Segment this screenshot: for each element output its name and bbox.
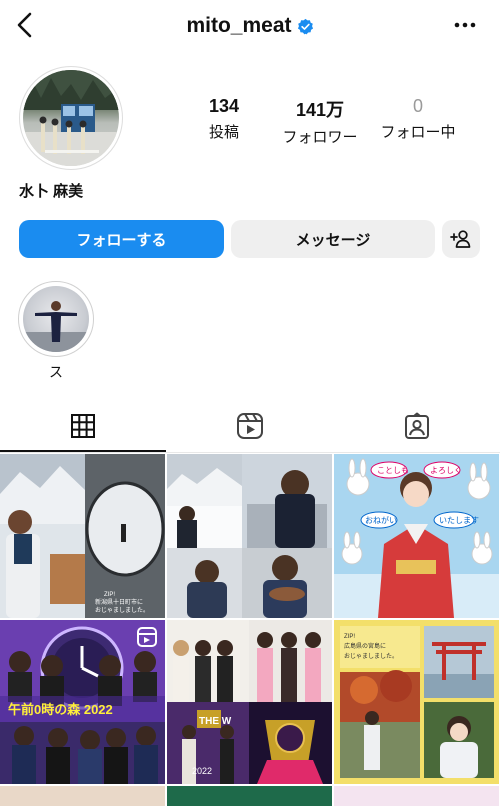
- follow-button-label: フォローする: [76, 231, 167, 249]
- post-caption: 午前0時の森 2022: [8, 702, 113, 717]
- stat-followers-label: フォロワー: [282, 129, 358, 146]
- grid-icon: [71, 414, 95, 438]
- post-caption: ZIP!: [104, 592, 115, 598]
- post-thumbnail[interactable]: THE W 2022: [167, 620, 332, 784]
- reels-icon: [237, 413, 263, 439]
- stat-posts-label: 投稿: [208, 124, 239, 141]
- stat-posts-number: 134: [208, 96, 240, 116]
- tab-reels[interactable]: [167, 400, 333, 452]
- stat-followers[interactable]: 141万 フォロワー: [270, 96, 370, 147]
- post-caption: ZIP!: [344, 634, 355, 640]
- display-name: 水卜 麻美: [19, 183, 84, 200]
- stat-following-number: 0: [412, 96, 423, 116]
- post-thumbnail[interactable]: 午前0時の森 2022: [0, 620, 165, 784]
- post-caption: 広島県の宮島に: [344, 642, 386, 650]
- post-caption: 新潟県十日町市に: [95, 598, 143, 606]
- post-caption: ことしも: [377, 466, 409, 475]
- post-thumbnail[interactable]: [0, 786, 165, 806]
- profile-tabs: [0, 400, 500, 453]
- post-thumbnail[interactable]: [167, 786, 332, 806]
- tagged-icon: [405, 412, 429, 439]
- avatar-photo: [23, 70, 119, 166]
- more-horizontal-icon[interactable]: [452, 16, 478, 34]
- highlight-label: ス: [49, 364, 63, 380]
- post-thumbnail[interactable]: [334, 786, 499, 806]
- post-caption: おねがい: [365, 515, 397, 525]
- username: mito_meat: [186, 14, 292, 37]
- stat-following[interactable]: 0 フォロー中: [368, 96, 468, 142]
- stat-following-label: フォロー中: [380, 124, 456, 141]
- post-caption: よろしく: [430, 466, 462, 475]
- post-thumbnail[interactable]: [167, 454, 332, 618]
- profile-username-header: mito_meat: [0, 14, 500, 38]
- post-thumbnail[interactable]: ZIP! 新潟県十日町市に おじゃましました。: [0, 454, 165, 618]
- post-caption: おじゃましました。: [344, 653, 398, 660]
- verified-badge-icon: [297, 18, 313, 35]
- message-button-label: メッセージ: [295, 231, 371, 249]
- post-caption: 2022: [192, 766, 212, 776]
- message-button[interactable]: メッセージ: [231, 220, 435, 258]
- follow-button[interactable]: フォローする: [19, 220, 224, 258]
- stat-posts[interactable]: 134 投稿: [174, 96, 274, 142]
- post-thumbnail[interactable]: ことしも よろしく おねがい いたします: [334, 454, 499, 618]
- stat-followers-number: 141万: [295, 100, 345, 120]
- highlight-cover: [23, 286, 89, 352]
- post-thumbnail[interactable]: ZIP! 広島県の宮島に おじゃましました。: [334, 620, 499, 784]
- post-caption: いたします: [439, 516, 479, 525]
- tab-tagged[interactable]: [334, 400, 500, 452]
- add-user-button[interactable]: [442, 220, 480, 258]
- post-caption: おじゃましました。: [95, 607, 149, 614]
- tab-grid[interactable]: [0, 400, 166, 452]
- story-highlight[interactable]: [18, 281, 94, 357]
- profile-avatar[interactable]: [19, 66, 123, 170]
- active-tab-indicator: [0, 450, 166, 452]
- add-user-icon: [450, 230, 471, 248]
- top-bar: mito_meat: [0, 0, 500, 52]
